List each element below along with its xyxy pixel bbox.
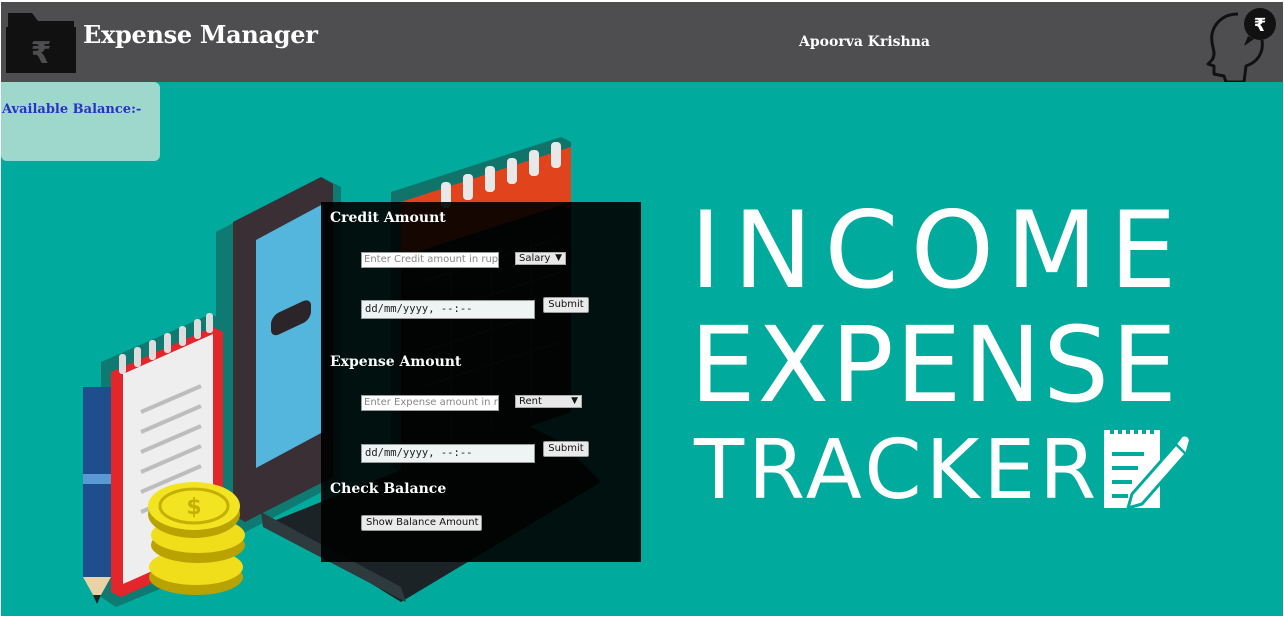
coins-illustration: $ bbox=[148, 482, 245, 595]
banner-expense: EXPENSE bbox=[690, 304, 1179, 426]
app-header: ₹ Expense Manager Apoorva Krishna ₹ bbox=[1, 2, 1283, 84]
expense-section-title: Expense Amount bbox=[330, 354, 462, 370]
app-title: Expense Manager bbox=[83, 20, 318, 49]
credit-submit-button[interactable]: Submit bbox=[543, 297, 589, 313]
chevron-down-icon: ▼ bbox=[555, 253, 562, 263]
expense-category-value: Rent bbox=[519, 396, 542, 407]
head-rupee-symbol: ₹ bbox=[1254, 15, 1267, 36]
svg-text:$: $ bbox=[186, 495, 201, 520]
notepad-pencil-icon bbox=[1104, 426, 1192, 511]
expense-date-input[interactable]: dd/mm/yyyy, --:-- bbox=[361, 444, 535, 463]
user-name: Apoorva Krishna bbox=[799, 34, 930, 50]
expense-category-select[interactable]: Rent ▼ bbox=[515, 395, 582, 408]
logo-rupee-symbol: ₹ bbox=[31, 36, 52, 71]
pen-illustration bbox=[83, 387, 111, 604]
show-balance-button[interactable]: Show Balance Amount bbox=[361, 515, 482, 531]
credit-amount-input[interactable]: Enter Credit amount in rupees bbox=[361, 252, 499, 268]
rupee-folder-icon: ₹ bbox=[6, 13, 76, 73]
credit-section-title: Credit Amount bbox=[330, 210, 446, 226]
chevron-down-icon: ▼ bbox=[571, 396, 578, 406]
check-balance-title: Check Balance bbox=[330, 481, 447, 497]
expense-amount-input[interactable]: Enter Expense amount in rupees bbox=[361, 395, 499, 411]
available-balance-label: Available Balance:- bbox=[2, 102, 142, 117]
credit-category-value: Salary bbox=[519, 253, 551, 264]
banner-income: INCOME bbox=[690, 189, 1189, 312]
expense-submit-button[interactable]: Submit bbox=[543, 441, 589, 457]
rupee-thought-head-icon: ₹ bbox=[1206, 8, 1276, 84]
credit-category-select[interactable]: Salary ▼ bbox=[515, 252, 566, 265]
banner-tracker: TRACKER bbox=[694, 423, 1101, 518]
balance-box bbox=[1, 82, 160, 161]
credit-date-input[interactable]: dd/mm/yyyy, --:-- bbox=[361, 300, 535, 319]
